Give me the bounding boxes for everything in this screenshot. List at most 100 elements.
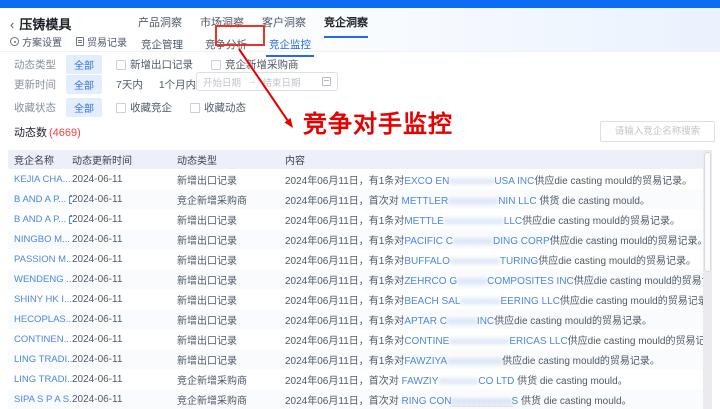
company-link[interactable]: B AND A P... xyxy=(14,214,66,225)
content-text: 2024年06月11日，有1条对 xyxy=(285,255,405,267)
checkbox-icon[interactable] xyxy=(211,59,221,70)
content-redacted: xxxxxxxxxxxx xyxy=(451,395,512,407)
checkbox-fav-activity[interactable]: 收藏动态 xyxy=(190,100,246,115)
company-link[interactable]: LING TRADI... xyxy=(14,374,72,385)
content-cell: 2024年06月11日，首次对 FAWZIYxxxxxxxxCO LTD 供货 … xyxy=(285,372,704,387)
content-text: 2024年06月11日，有1条对 xyxy=(285,275,405,287)
content-text: 供应die casting mould的贸易记录。 xyxy=(549,235,704,247)
table-row[interactable]: WENDENG ... 2024-06-11 新增出口记录 2024年06月11日，有… xyxy=(8,269,704,289)
updated-cell: 2024-06-11 xyxy=(72,373,123,385)
company-link[interactable]: SIPA S P A S... xyxy=(14,394,72,405)
checkbox-fav-competitor[interactable]: 收藏竞企 xyxy=(116,100,172,115)
company-link[interactable]: HECOPLAS... xyxy=(14,314,72,325)
checkbox-icon[interactable] xyxy=(116,102,126,113)
updated-cell: 2024-06-11 xyxy=(72,213,123,225)
company-cell: CONTINEN... xyxy=(8,334,72,345)
content-company-name: DING CORP xyxy=(493,235,550,247)
activity-count-value: (4669) xyxy=(49,127,81,139)
trade-records-button[interactable]: 贸易记录 xyxy=(76,34,127,49)
table-row[interactable]: NINGBO M... 2024-06-11 新增出口记录 2024年06月11日，有… xyxy=(8,229,704,249)
content-company-name: RING CON xyxy=(401,395,452,407)
company-link[interactable]: PASSION M... xyxy=(14,254,72,265)
content-redacted: xxxxxxxx xyxy=(460,295,501,307)
content-cell: 2024年06月11日，首次对 RING CONxxxxxxxxxxxxS 供货… xyxy=(285,392,704,407)
table-row[interactable]: SHINY HK I... 2024-06-11 新增出口记录 2024年06月11日… xyxy=(8,289,704,309)
search-input[interactable] xyxy=(600,121,715,142)
end-date-placeholder[interactable]: 结束日期 xyxy=(263,75,301,89)
calendar-icon[interactable] xyxy=(322,77,331,86)
company-link[interactable]: LING TRADI.. xyxy=(14,354,72,365)
annotation-highlight-box xyxy=(215,25,265,46)
activity-count: 动态数 (4669) xyxy=(14,124,81,140)
filter-fav-label: 收藏状态 xyxy=(14,102,56,114)
content-text: 2024年06月11日，有1条对 xyxy=(285,215,405,227)
scrollbar-thumb[interactable] xyxy=(704,152,711,272)
gear-icon xyxy=(10,37,19,46)
tab-competitor-insight[interactable]: 竞企洞察 xyxy=(324,14,368,38)
filter-time-1month[interactable]: 1个月内 xyxy=(159,77,196,92)
filter-time-7days[interactable]: 7天内 xyxy=(116,77,143,92)
company-link[interactable]: SHINY HK I... xyxy=(14,294,72,305)
back-chevron-icon[interactable]: ‹ xyxy=(10,17,14,32)
plan-settings-button[interactable]: 方案设置 xyxy=(10,34,62,49)
checkbox-new-export-record[interactable]: 新增出口记录 xyxy=(116,57,193,72)
filter-row-favorite: 收藏状态 全部 收藏竞企 收藏动态 xyxy=(14,98,264,117)
table-row[interactable]: SIPA S P A S... 2024-06-11 竞企新增采购商 2024年06月… xyxy=(8,389,704,409)
filter-fav-all-button[interactable]: 全部 xyxy=(66,98,102,117)
content-cell: 2024年06月11日，有1条对BEACH SALxxxxxxxxEERING … xyxy=(285,292,704,307)
type-cell: 新增出口记录 xyxy=(177,335,237,347)
content-cell: 2024年06月11日，有1条对EXCO ENxxxxxxxxxUSA INC供… xyxy=(285,172,704,187)
content-redacted: xxxxxxxx xyxy=(438,375,479,387)
type-cell: 新增出口记录 xyxy=(177,275,237,287)
content-company-name: EXCO EN xyxy=(404,175,450,187)
date-range-picker[interactable]: 开始日期 → 结束日期 xyxy=(196,72,338,91)
document-icon xyxy=(76,37,84,46)
company-link[interactable]: B AND A P... xyxy=(14,194,66,205)
content-text: 供货 die casting mould。 xyxy=(536,195,650,207)
table-row[interactable]: HECOPLAS... 2024-06-11 新增出口记录 2024年06月11日，有… xyxy=(8,309,704,329)
filter-time-label: 更新时间 xyxy=(14,79,56,91)
content-text: 2024年06月11日，首次对 xyxy=(285,395,402,407)
content-company-name: METTLER xyxy=(401,195,449,207)
trade-records-label: 贸易记录 xyxy=(87,38,127,49)
type-cell: 新增出口记录 xyxy=(177,235,237,247)
table-row[interactable]: B AND A P... 2024-06-11 新增出口记录 2024年06月11日，… xyxy=(8,209,704,229)
subtab-competitor-management[interactable]: 竞企管理 xyxy=(138,35,186,57)
subtab-competition-monitor[interactable]: 竞企监控 xyxy=(266,35,314,57)
company-link[interactable]: KEJIA CHA... xyxy=(14,174,71,185)
content-company-name: COMPOSITES INC xyxy=(487,275,574,287)
content-redacted: xxxxxxxxxxxx xyxy=(449,335,510,347)
content-text: 供应die casting mould的贸易记录。 xyxy=(494,315,652,327)
table-row[interactable]: LING TRADI... 2024-06-11 竞企新增采购商 2024年06月11… xyxy=(8,369,704,389)
breadcrumb: ‹ 压铸模具 xyxy=(10,14,71,33)
content-company-name: NIN LLC xyxy=(498,195,537,207)
updated-cell: 2024-06-11 xyxy=(72,173,123,185)
company-link[interactable]: NINGBO M... xyxy=(14,234,70,245)
content-company-name: FAWZIYA xyxy=(404,355,448,367)
table-row[interactable]: CONTINEN... 2024-06-11 新增出口记录 2024年06月11日，有… xyxy=(8,329,704,349)
table-row[interactable]: PASSION M... 2024-06-11 新增出口记录 2024年06月11日，… xyxy=(8,249,704,269)
col-header-updated: 动态更新时间 xyxy=(72,156,132,167)
checkbox-label: 收藏动态 xyxy=(204,102,246,114)
company-link[interactable]: WENDENG ... xyxy=(14,274,72,285)
start-date-placeholder[interactable]: 开始日期 xyxy=(203,75,241,89)
checkbox-new-buyer[interactable]: 竞企新增采购商 xyxy=(211,57,299,72)
page-header: ‹ 压铸模具 方案设置 贸易记录 产品洞察 市场洞察 客户洞察 竞企洞察 竞企管理… xyxy=(0,8,720,57)
checkbox-icon[interactable] xyxy=(190,102,200,113)
copy-icon[interactable] xyxy=(69,194,72,204)
company-cell: SHINY HK I... xyxy=(8,294,72,305)
company-cell: LING TRADI.. xyxy=(8,354,72,365)
checkbox-icon[interactable] xyxy=(116,59,126,70)
type-cell: 竞企新增采购商 xyxy=(177,395,247,407)
activity-table: 竞企名称 动态更新时间 动态类型 内容 KEJIA CHA... 2024-06-… xyxy=(8,150,704,409)
content-cell: 2024年06月11日，有1条对BUFFALOxxxxxxxxxxTURING供… xyxy=(285,252,704,267)
table-row[interactable]: B AND A P... 2024-06-11 竞企新增采购商 2024年06月11日… xyxy=(8,189,704,209)
table-row[interactable]: KEJIA CHA... 2024-06-11 新增出口记录 2024年06月11日，… xyxy=(8,169,704,189)
company-link[interactable]: CONTINEN... xyxy=(14,334,72,345)
copy-icon[interactable] xyxy=(69,214,72,224)
content-text: 2024年06月11日，有1条对 xyxy=(285,355,405,367)
table-row[interactable]: LING TRADI.. 2024-06-11 新增出口记录 2024年06月11日，… xyxy=(8,349,704,369)
filter-time-all-button[interactable]: 全部 xyxy=(66,75,102,94)
filter-type-all-button[interactable]: 全部 xyxy=(66,55,102,74)
company-cell: KEJIA CHA... xyxy=(8,174,72,185)
